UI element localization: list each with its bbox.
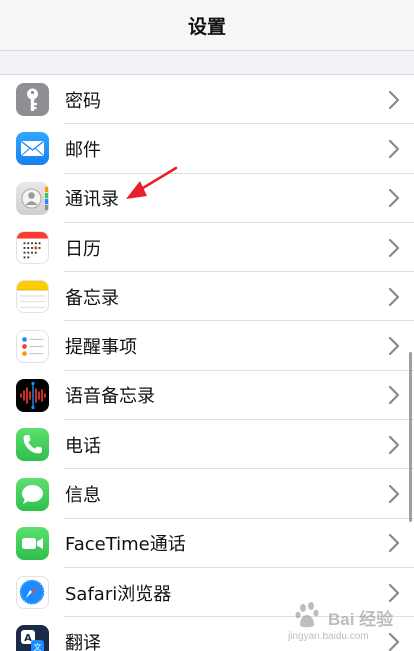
voice-memos-icon (16, 378, 49, 412)
chevron-right-icon (388, 90, 400, 109)
row-label: 提醒事项 (65, 337, 137, 359)
facetime-icon (16, 526, 49, 560)
watermark-url: jingyan.baidu.com (288, 631, 369, 642)
settings-screen: 设置 密码 邮件 通讯录 日历 备忘录 提醒事项 语音备忘录 电话 信息 Fac… (0, 0, 414, 651)
calendar-icon (16, 231, 49, 265)
translate-icon: A 文 (16, 625, 49, 651)
row-label: 翻译 (65, 632, 101, 651)
row-label: 邮件 (65, 139, 101, 161)
chevron-right-icon (388, 139, 400, 159)
settings-row-calendar[interactable]: 日历 (0, 222, 414, 273)
row-label: 信息 (65, 485, 101, 507)
settings-row-voice-memos[interactable]: 语音备忘录 (0, 370, 414, 421)
chevron-right-icon (388, 435, 400, 454)
settings-row-mail[interactable]: 邮件 (0, 124, 414, 174)
settings-row-passwords[interactable]: 密码 (0, 75, 414, 125)
watermark: Bai 经验 jingyan.baidu.com (288, 597, 406, 647)
scrollbar[interactable] (409, 352, 412, 522)
mail-icon (16, 132, 49, 166)
key-icon (16, 83, 49, 117)
chevron-right-icon (388, 534, 400, 553)
watermark-title: Bai 经验 (328, 610, 394, 629)
settings-row-contacts[interactable]: 通讯录 (0, 173, 414, 223)
settings-row-reminders[interactable]: 提醒事项 (0, 321, 414, 371)
chevron-right-icon (388, 337, 400, 356)
svg-text:A: A (24, 633, 32, 644)
safari-icon (16, 576, 49, 610)
paw-icon (295, 602, 319, 628)
settings-row-facetime[interactable]: FaceTime通话 (0, 518, 414, 568)
row-label: 备忘录 (65, 287, 119, 309)
chevron-right-icon (388, 189, 400, 208)
phone-icon (16, 428, 49, 462)
notes-icon (16, 280, 49, 314)
chevron-right-icon (388, 386, 400, 405)
settings-row-messages[interactable]: 信息 (0, 469, 414, 519)
row-label: 日历 (65, 238, 101, 260)
chevron-right-icon (388, 238, 400, 257)
chevron-right-icon (388, 484, 400, 504)
row-label: Safari浏览器 (65, 583, 172, 605)
settings-list: 密码 邮件 通讯录 日历 备忘录 提醒事项 语音备忘录 电话 信息 FaceTi… (0, 74, 414, 651)
chevron-right-icon (388, 287, 400, 306)
row-label: 通讯录 (65, 189, 119, 211)
row-label: 密码 (65, 90, 101, 112)
svg-text:文: 文 (34, 642, 42, 651)
contacts-icon (16, 181, 49, 215)
page-title: 设置 (187, 15, 226, 38)
row-label: FaceTime通话 (65, 534, 186, 556)
row-label: 电话 (65, 435, 101, 457)
messages-icon (16, 477, 49, 511)
navigation-bar: 设置 (0, 0, 414, 51)
reminders-icon (16, 329, 49, 363)
settings-row-notes[interactable]: 备忘录 (0, 272, 414, 322)
row-label: 语音备忘录 (65, 386, 155, 408)
settings-row-phone[interactable]: 电话 (0, 420, 414, 470)
